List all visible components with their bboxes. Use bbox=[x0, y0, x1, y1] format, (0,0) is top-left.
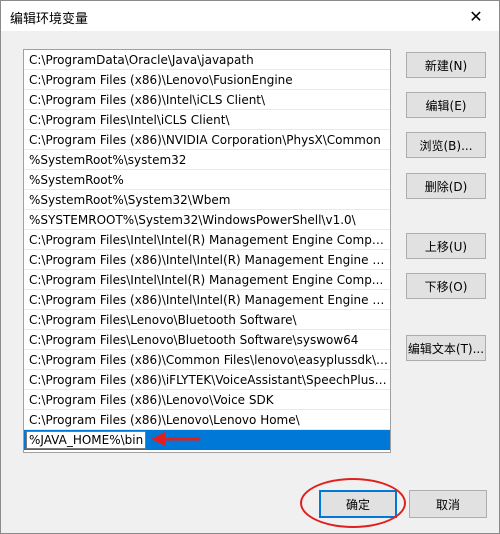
edit-text-button[interactable]: 编辑文本(T)... bbox=[406, 335, 486, 361]
list-item[interactable]: C:\Program Files (x86)\Intel\Intel(R) Ma… bbox=[24, 290, 390, 310]
list-item[interactable]: C:\Program Files\Intel\Intel(R) Manageme… bbox=[24, 270, 390, 290]
list-item[interactable]: C:\Program Files\Intel\Intel(R) Manageme… bbox=[24, 230, 390, 250]
list-item-editing[interactable] bbox=[24, 430, 390, 450]
new-button[interactable]: 新建(N) bbox=[406, 52, 486, 78]
red-arrow-icon bbox=[151, 432, 201, 446]
dialog-title: 编辑环境变量 bbox=[10, 12, 89, 27]
browse-button[interactable]: 浏览(B)... bbox=[406, 132, 486, 158]
list-item[interactable]: %SystemRoot% bbox=[24, 170, 390, 190]
list-item[interactable]: C:\Program Files\Intel\iCLS Client\ bbox=[24, 110, 390, 130]
list-item[interactable]: C:\Program Files\Lenovo\Bluetooth Softwa… bbox=[24, 310, 390, 330]
edit-env-var-dialog: 编辑环境变量 ✕ C:\ProgramData\Oracle\Java\java… bbox=[0, 0, 500, 534]
edit-button[interactable]: 编辑(E) bbox=[406, 92, 486, 118]
path-list[interactable]: C:\ProgramData\Oracle\Java\javapath C:\Pr… bbox=[23, 49, 391, 453]
list-item[interactable]: C:\ProgramData\Oracle\Java\javapath bbox=[24, 50, 390, 70]
list-item[interactable]: C:\Program Files (x86)\NVIDIA Corporatio… bbox=[24, 130, 390, 150]
list-item[interactable]: C:\Program Files (x86)\Lenovo\FusionEngi… bbox=[24, 70, 390, 90]
cancel-button[interactable]: 取消 bbox=[409, 490, 487, 518]
list-item[interactable]: C:\Program Files (x86)\Intel\iCLS Client… bbox=[24, 90, 390, 110]
list-item[interactable]: C:\Program Files\Lenovo\Bluetooth Softwa… bbox=[24, 330, 390, 350]
move-up-button[interactable]: 上移(U) bbox=[406, 233, 486, 259]
list-item[interactable]: C:\Program Files (x86)\Lenovo\Lenovo Hom… bbox=[24, 410, 390, 430]
ok-button[interactable]: 确定 bbox=[319, 490, 397, 518]
close-icon[interactable]: ✕ bbox=[453, 1, 499, 31]
list-item[interactable]: C:\Program Files (x86)\Lenovo\Voice SDK bbox=[24, 390, 390, 410]
list-item[interactable]: %SYSTEMROOT%\System32\WindowsPowerShell\… bbox=[24, 210, 390, 230]
list-item[interactable]: C:\Program Files (x86)\Common Files\leno… bbox=[24, 350, 390, 370]
path-edit-input[interactable] bbox=[26, 431, 146, 449]
list-item[interactable]: C:\Program Files (x86)\iFLYTEK\VoiceAssi… bbox=[24, 370, 390, 390]
list-item[interactable]: %SystemRoot%\system32 bbox=[24, 150, 390, 170]
delete-button[interactable]: 删除(D) bbox=[406, 173, 486, 199]
move-down-button[interactable]: 下移(O) bbox=[406, 273, 486, 299]
title-bar: 编辑环境变量 ✕ bbox=[1, 1, 499, 31]
list-item[interactable]: %SystemRoot%\System32\Wbem bbox=[24, 190, 390, 210]
list-item[interactable]: C:\Program Files (x86)\Intel\Intel(R) Ma… bbox=[24, 250, 390, 270]
